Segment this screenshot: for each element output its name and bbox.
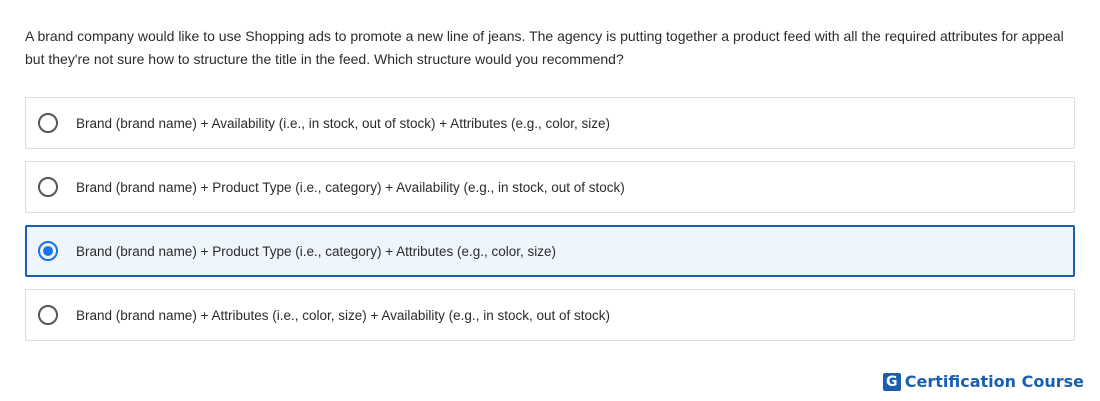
answer-option-3[interactable]: Brand (brand name) + Product Type (i.e.,…	[25, 225, 1075, 277]
radio-unselected-icon[interactable]	[38, 113, 58, 133]
radio-dot	[43, 246, 53, 256]
answer-option-1[interactable]: Brand (brand name) + Availability (i.e.,…	[25, 97, 1075, 149]
answer-option-2[interactable]: Brand (brand name) + Product Type (i.e.,…	[25, 161, 1075, 213]
brand-logo-icon: G	[882, 372, 901, 391]
answer-option-label: Brand (brand name) + Attributes (i.e., c…	[76, 307, 610, 323]
question-text: A brand company would like to use Shoppi…	[25, 28, 1064, 67]
radio-unselected-icon[interactable]	[38, 305, 58, 325]
answer-option-4[interactable]: Brand (brand name) + Attributes (i.e., c…	[25, 289, 1075, 341]
radio-selected-icon[interactable]	[38, 241, 58, 261]
answer-options: Brand (brand name) + Availability (i.e.,…	[25, 97, 1075, 353]
brand-name: Certification Course	[904, 372, 1084, 391]
radio-unselected-icon[interactable]	[38, 177, 58, 197]
brand-watermark: G Certification Course	[882, 372, 1084, 391]
answer-option-label: Brand (brand name) + Product Type (i.e.,…	[76, 243, 556, 259]
answer-option-label: Brand (brand name) + Product Type (i.e.,…	[76, 179, 625, 195]
answer-option-label: Brand (brand name) + Availability (i.e.,…	[76, 115, 610, 131]
